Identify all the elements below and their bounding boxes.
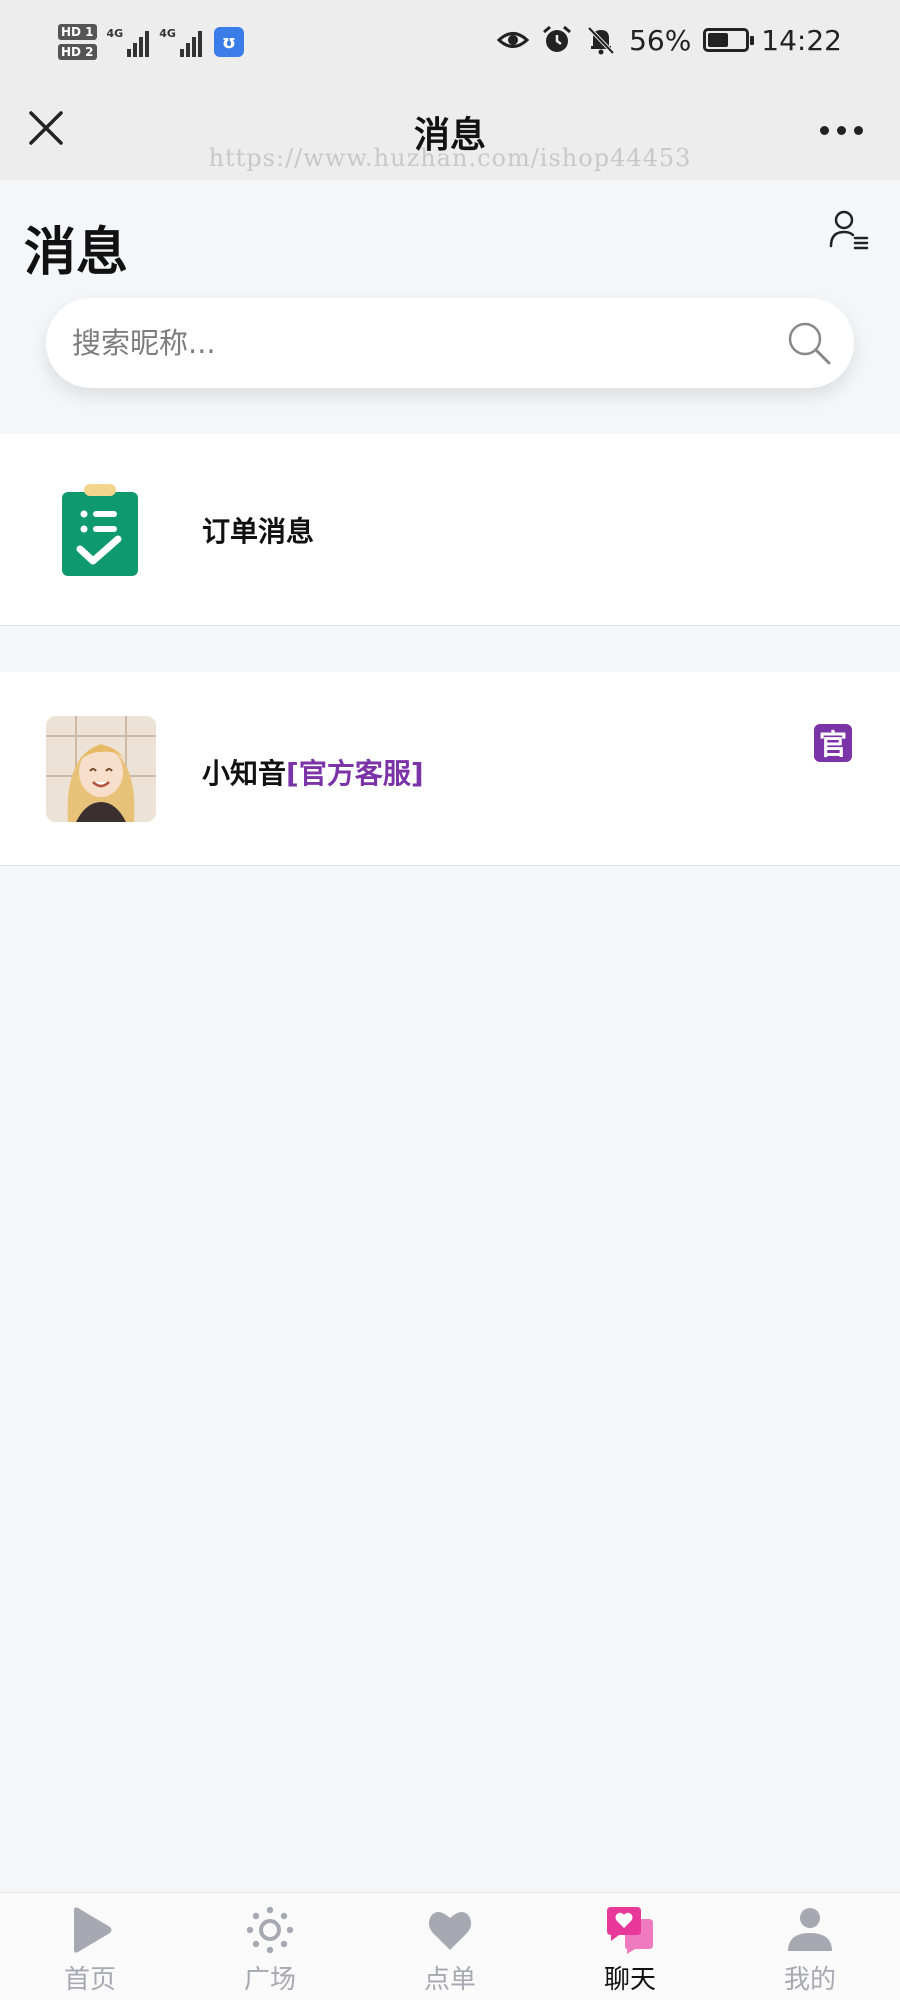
- search-icon[interactable]: [784, 318, 834, 368]
- search-input[interactable]: [72, 298, 752, 388]
- user-icon: [788, 1908, 832, 1951]
- hd2-indicator: HD 2: [58, 44, 97, 60]
- battery-fill: [708, 33, 729, 47]
- customer-service-item[interactable]: 小知音[官方客服] 官: [0, 672, 900, 866]
- page-title: 消息: [24, 223, 129, 283]
- nav-bar: 消息 https://www.huzhan.com/ishop44453: [0, 84, 900, 180]
- more-icon[interactable]: [820, 120, 870, 140]
- avatar: [46, 716, 156, 822]
- bell-off-icon: [587, 26, 615, 55]
- tab-home[interactable]: 首页: [0, 1893, 180, 2000]
- tab-bar: 首页 广场 点单 聊天 我的: [0, 1892, 900, 2000]
- tab-square[interactable]: 广场: [180, 1893, 360, 2000]
- customer-service-label: 小知音[官方客服]: [202, 752, 424, 792]
- play-icon: [74, 1907, 112, 1953]
- battery-icon: [703, 28, 755, 52]
- watermark: https://www.huzhan.com/ishop44453: [208, 144, 692, 172]
- tab-order-label: 点单: [423, 1965, 476, 1995]
- signal-2-icon: 4G: [159, 27, 202, 57]
- avatar-image: [46, 716, 156, 822]
- tab-mine[interactable]: 我的: [720, 1893, 900, 2000]
- eye-icon: [497, 32, 530, 48]
- tab-chat-label: 聊天: [603, 1965, 656, 1995]
- contact-name: 小知音: [202, 757, 287, 790]
- sun-icon: [246, 1906, 294, 1954]
- order-messages-item[interactable]: 订单消息: [0, 434, 900, 626]
- clock: 14:22: [761, 23, 842, 57]
- chat-heart-icon: [607, 1907, 653, 1954]
- status-left: HD 1 HD 2 4G 4G ʊ: [58, 14, 244, 70]
- alarm-icon: [543, 25, 572, 52]
- tab-square-label: 广场: [243, 1965, 296, 1995]
- tab-order[interactable]: 点单: [360, 1893, 540, 2000]
- heart-icon: [428, 1911, 472, 1950]
- network-1-label: 4G: [106, 27, 124, 40]
- clipboard-check-icon: [62, 484, 138, 576]
- contacts-list-icon[interactable]: [828, 208, 870, 252]
- official-tag: [官方客服]: [286, 757, 424, 790]
- status-bar: HD 1 HD 2 4G 4G ʊ 56% 14:22: [0, 0, 900, 84]
- tab-mine-label: 我的: [783, 1965, 836, 1995]
- official-badge: 官: [814, 724, 852, 762]
- hd1-indicator: HD 1: [58, 24, 97, 40]
- signal-1-icon: 4G: [107, 27, 150, 57]
- network-2-label: 4G: [159, 27, 176, 40]
- tab-home-label: 首页: [63, 1965, 116, 1995]
- tab-chat[interactable]: 聊天: [540, 1893, 720, 2000]
- search-box: [46, 298, 854, 388]
- status-right: 56% 14:22: [497, 18, 842, 62]
- order-messages-label: 订单消息: [202, 515, 315, 548]
- notification-app-icon: ʊ: [213, 27, 244, 57]
- battery-percent: 56%: [629, 23, 692, 57]
